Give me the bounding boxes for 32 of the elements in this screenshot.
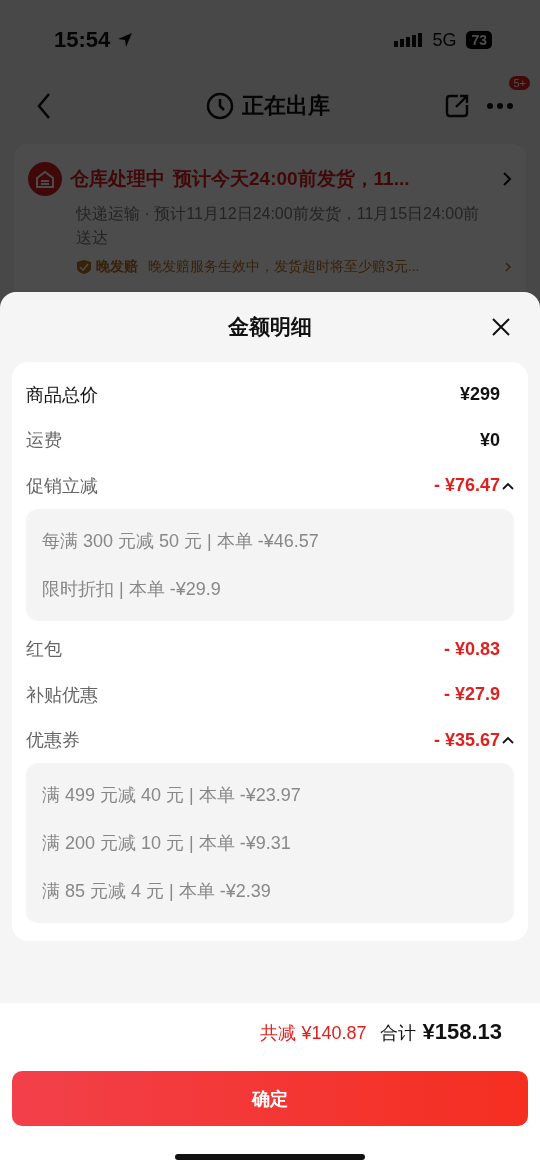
total-label: 合计	[380, 1022, 417, 1045]
guarantee-label: 晚发赔	[96, 258, 138, 276]
total-saved: 共减 ¥140.87	[260, 1022, 367, 1045]
price-amount: ¥0	[479, 429, 500, 451]
discount-detail: 满 200 元减 10 元 | 本单 -¥9.31	[42, 832, 292, 855]
total-amount: ¥158.13	[422, 1019, 502, 1045]
network-label: 5G	[432, 29, 457, 51]
confirm-button[interactable]: 确定	[12, 1071, 528, 1126]
status-time: 15:54	[54, 27, 111, 53]
price-amount: - ¥0.83	[443, 638, 500, 660]
caret-icon[interactable]	[502, 736, 514, 745]
guarantee-text: 晚发赔服务生效中，发货超时将至少赔3元...	[148, 258, 421, 276]
price-amount: ¥299	[459, 384, 500, 406]
price-label: 红包	[26, 638, 62, 662]
price-label: 促销立减	[26, 474, 98, 498]
caret-icon[interactable]	[502, 481, 514, 490]
price-amount: - ¥35.67	[433, 729, 500, 751]
price-label: 补贴优惠	[26, 683, 98, 707]
price-amount: - ¥76.47	[433, 475, 500, 497]
shipment-status: 仓库处理中	[70, 167, 165, 191]
price-label: 商品总价	[26, 383, 98, 407]
price-label: 运费	[26, 429, 62, 453]
price-label: 优惠券	[26, 729, 80, 753]
discount-detail: 满 499 元减 40 元 | 本单 -¥23.97	[42, 784, 302, 807]
close-icon[interactable]	[491, 317, 511, 337]
price-amount: - ¥27.9	[443, 684, 500, 706]
sheet-title: 金额明细	[228, 314, 312, 340]
shipment-headline: 预计今天24:00前发货，11...	[173, 167, 411, 191]
discount-detail: 满 85 元减 4 元 | 本单 -¥2.39	[42, 880, 272, 903]
discount-detail: 限时折扣 | 本单 -¥29.9	[42, 577, 222, 601]
page-title: 正在出库	[242, 92, 330, 120]
discount-detail: 每满 300 元减 50 元 | 本单 -¥46.57	[42, 529, 320, 553]
